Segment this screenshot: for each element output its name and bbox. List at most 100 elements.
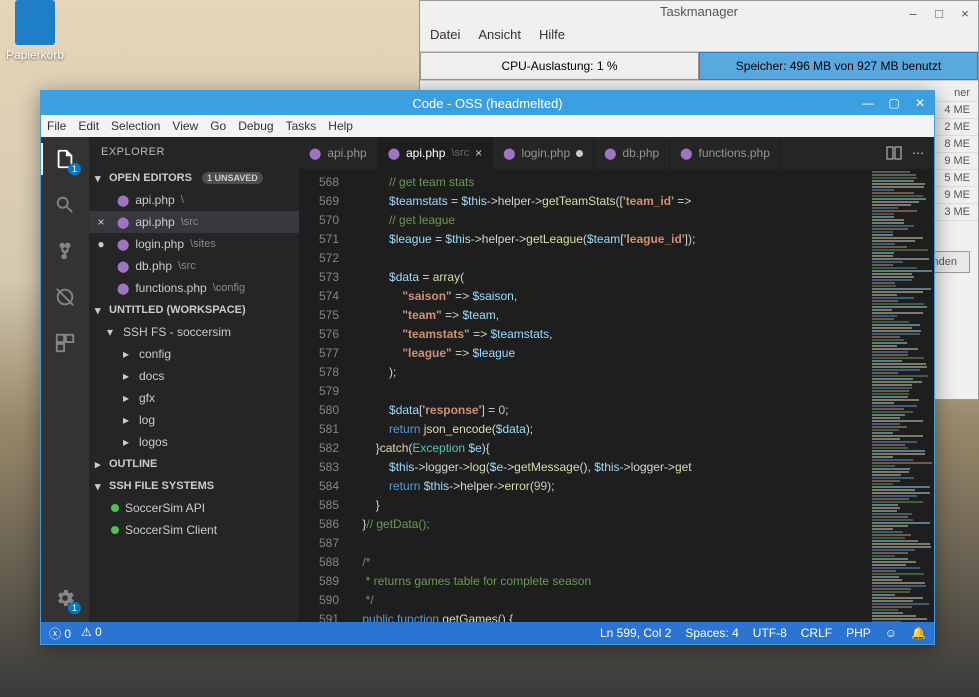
- activity-explorer[interactable]: 1: [51, 145, 79, 173]
- editor-tabbar: ⬤api.php⬤api.php\src×⬤login.php⬤db.php⬤f…: [299, 137, 934, 169]
- taskmgr-menu-view[interactable]: Ansicht: [478, 27, 521, 47]
- taskmgr-menu-help[interactable]: Hilfe: [539, 27, 565, 47]
- line-number: 571: [299, 230, 339, 249]
- file-name: functions.php: [135, 281, 206, 295]
- line-number: 590: [299, 591, 339, 610]
- editor-tab[interactable]: ⬤api.php\src×: [378, 137, 493, 169]
- menu-file[interactable]: File: [47, 119, 66, 133]
- vscode-menubar: File Edit Selection View Go Debug Tasks Help: [41, 115, 934, 137]
- minimap[interactable]: [870, 169, 934, 622]
- editor-tab[interactable]: ⬤login.php: [493, 137, 594, 169]
- menu-view[interactable]: View: [172, 119, 198, 133]
- taskmgr-max[interactable]: □: [930, 3, 948, 25]
- status-lncol[interactable]: Ln 599, Col 2: [600, 626, 671, 640]
- line-number: 588: [299, 553, 339, 572]
- open-editor-item[interactable]: ⬤db.php\src: [89, 255, 299, 277]
- ssh-item[interactable]: SoccerSim Client: [89, 519, 299, 541]
- chevron-down-icon: ▾: [107, 325, 117, 339]
- vscode-window[interactable]: Code - OSS (headmelted) — ▢ ✕ File Edit Se…: [40, 90, 935, 645]
- taskmgr-min[interactable]: –: [904, 3, 922, 25]
- menu-edit[interactable]: Edit: [78, 119, 99, 133]
- folder-item[interactable]: ▸docs: [89, 365, 299, 387]
- line-number: 577: [299, 344, 339, 363]
- editor-tab[interactable]: ⬤db.php: [594, 137, 670, 169]
- chevron-right-icon: ▸: [123, 391, 133, 405]
- chevron-right-icon: ▸: [123, 413, 133, 427]
- menu-tasks[interactable]: Tasks: [286, 119, 317, 133]
- ssh-name: SoccerSim API: [125, 501, 205, 515]
- vscode-max[interactable]: ▢: [886, 96, 902, 110]
- close-icon[interactable]: ×: [95, 215, 107, 229]
- split-editor-icon[interactable]: [886, 145, 902, 161]
- status-language[interactable]: PHP: [846, 626, 871, 640]
- file-name: db.php: [135, 259, 172, 273]
- outline-header[interactable]: ▸ OUTLINE: [89, 453, 299, 475]
- unsaved-badge: 1 UNSAVED: [202, 172, 263, 184]
- workspace-title: UNTITLED (WORKSPACE): [109, 304, 246, 316]
- activity-search[interactable]: [51, 191, 79, 219]
- code-editor[interactable]: // get team stats $teamstats = $this->he…: [349, 169, 870, 622]
- tab-name: api.php: [406, 146, 445, 160]
- activity-extensions[interactable]: [51, 329, 79, 357]
- vscode-min[interactable]: —: [860, 96, 876, 110]
- line-number: 570: [299, 211, 339, 230]
- line-number: 575: [299, 306, 339, 325]
- editor-tab[interactable]: ⬤api.php: [299, 137, 378, 169]
- folder-item[interactable]: ▸config: [89, 343, 299, 365]
- desktop-trash[interactable]: Papierkorb: [0, 0, 70, 62]
- vscode-close[interactable]: ✕: [912, 96, 928, 110]
- status-errors[interactable]: ⓧ 0: [49, 625, 71, 642]
- tab-name: api.php: [327, 146, 366, 160]
- folder-item[interactable]: ▸gfx: [89, 387, 299, 409]
- vscode-titlebar[interactable]: Code - OSS (headmelted) — ▢ ✕: [41, 91, 934, 115]
- folder-item[interactable]: ▸log: [89, 409, 299, 431]
- status-spaces[interactable]: Spaces: 4: [685, 626, 738, 640]
- close-icon[interactable]: ×: [475, 146, 482, 160]
- explorer-sidebar: EXPLORER ▾ OPEN EDITORS 1 UNSAVED ⬤api.p…: [89, 137, 299, 622]
- activity-scm[interactable]: [51, 237, 79, 265]
- menu-debug[interactable]: Debug: [238, 119, 273, 133]
- activity-debug[interactable]: [51, 283, 79, 311]
- tab-name: db.php: [622, 146, 659, 160]
- bug-icon: [54, 286, 76, 308]
- taskmgr-titlebar[interactable]: Taskmanager – □ ×: [420, 1, 978, 23]
- workspace-header[interactable]: ▾ UNTITLED (WORKSPACE): [89, 299, 299, 321]
- chevron-down-icon: ▾: [95, 304, 105, 317]
- editor-tab[interactable]: ⬤functions.php: [670, 137, 781, 169]
- folder-item[interactable]: ▸logos: [89, 431, 299, 453]
- ssh-header[interactable]: ▾ SSH FILE SYSTEMS: [89, 475, 299, 497]
- taskmgr-tab-cpu[interactable]: CPU-Auslastung: 1 %: [420, 52, 699, 80]
- chevron-right-icon: ▸: [95, 458, 105, 471]
- line-number: 578: [299, 363, 339, 382]
- status-feedback-icon[interactable]: ☺: [885, 626, 897, 640]
- status-bell-icon[interactable]: 🔔: [911, 626, 926, 640]
- open-editor-item[interactable]: ⬤api.php\: [89, 189, 299, 211]
- open-editor-item[interactable]: ⬤functions.php\config: [89, 277, 299, 299]
- menu-selection[interactable]: Selection: [111, 119, 160, 133]
- file-path: \src: [181, 216, 199, 228]
- status-encoding[interactable]: UTF-8: [753, 626, 787, 640]
- more-icon[interactable]: ⋯: [912, 146, 924, 160]
- git-icon: [54, 240, 76, 262]
- line-number: 581: [299, 420, 339, 439]
- menu-help[interactable]: Help: [328, 119, 353, 133]
- menu-go[interactable]: Go: [210, 119, 226, 133]
- ssh-item[interactable]: SoccerSim API: [89, 497, 299, 519]
- open-editor-item[interactable]: ×⬤api.php\src: [89, 211, 299, 233]
- open-editor-item[interactable]: ●⬤login.php\sites: [89, 233, 299, 255]
- line-number: 584: [299, 477, 339, 496]
- php-icon: ⬤: [117, 260, 129, 273]
- file-path: \sites: [190, 238, 216, 250]
- activity-settings[interactable]: 1: [51, 584, 79, 612]
- status-eol[interactable]: CRLF: [801, 626, 832, 640]
- taskmgr-menu-file[interactable]: Datei: [430, 27, 460, 47]
- open-editors-header[interactable]: ▾ OPEN EDITORS 1 UNSAVED: [89, 167, 299, 189]
- chevron-down-icon: ▾: [95, 172, 105, 185]
- trash-label: Papierkorb: [0, 48, 70, 62]
- taskmgr-tab-memory[interactable]: Speicher: 496 MB von 927 MB benutzt: [699, 52, 978, 80]
- status-warnings[interactable]: ⚠ 0: [81, 625, 102, 642]
- file-name: login.php: [135, 237, 184, 251]
- taskmgr-close[interactable]: ×: [956, 3, 974, 25]
- line-number: 568: [299, 173, 339, 192]
- folder-sshfs[interactable]: ▾ SSH FS - soccersim: [89, 321, 299, 343]
